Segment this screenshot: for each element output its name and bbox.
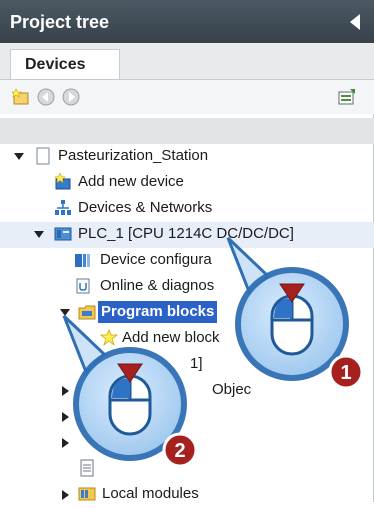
tree-item-label: Pasteurization_Station bbox=[58, 147, 209, 164]
diagnostics-icon bbox=[76, 278, 90, 294]
overview-icon[interactable] bbox=[338, 88, 356, 106]
expand-arrow-icon[interactable] bbox=[34, 231, 44, 238]
tab-devices-label: Devices bbox=[25, 56, 86, 73]
device-config-icon bbox=[75, 254, 90, 267]
panel-title: Project tree bbox=[10, 12, 110, 32]
mouse-icon bbox=[108, 374, 152, 436]
project-tree-panel: Project tree Devices Pasteurization_Stat… bbox=[0, 0, 374, 502]
tree-item-local-modules[interactable]: Local modules bbox=[0, 482, 374, 508]
project-icon bbox=[36, 147, 50, 165]
forward-icon[interactable] bbox=[62, 88, 80, 106]
tree-item-devices-networks[interactable]: Devices & Networks bbox=[0, 196, 374, 222]
callout-number: 1 bbox=[340, 362, 351, 384]
tree-item-label: Local modules bbox=[102, 485, 199, 502]
new-project-icon[interactable] bbox=[12, 88, 30, 106]
add-device-icon bbox=[54, 173, 71, 190]
tree-item-station[interactable]: Pasteurization_Station bbox=[0, 144, 374, 170]
callout-number: 2 bbox=[174, 440, 185, 462]
collapse-panel-icon[interactable] bbox=[350, 14, 360, 30]
plc-icon bbox=[54, 227, 72, 241]
modules-icon bbox=[78, 487, 96, 501]
callout-1: 1 bbox=[226, 236, 364, 390]
mouse-icon bbox=[270, 294, 314, 356]
network-icon bbox=[55, 200, 71, 215]
panel-titlebar: Project tree bbox=[0, 0, 374, 44]
tree-header-band bbox=[0, 118, 374, 144]
tree-item-label: Device configura bbox=[100, 251, 212, 268]
back-icon[interactable] bbox=[37, 88, 55, 106]
expand-arrow-icon[interactable] bbox=[62, 490, 69, 500]
tree-item-label: Online & diagnos bbox=[100, 277, 215, 294]
tab-strip: Devices bbox=[0, 43, 374, 80]
tree-item-label: Devices & Networks bbox=[78, 199, 213, 216]
tree-item-add-device[interactable]: Add new device bbox=[0, 170, 374, 196]
tree-toolbar bbox=[0, 80, 374, 114]
expand-arrow-icon[interactable] bbox=[14, 153, 24, 160]
callout-2: 2 bbox=[62, 314, 198, 468]
tree-item-label: Add new device bbox=[78, 173, 184, 190]
tab-devices[interactable]: Devices bbox=[10, 49, 120, 79]
